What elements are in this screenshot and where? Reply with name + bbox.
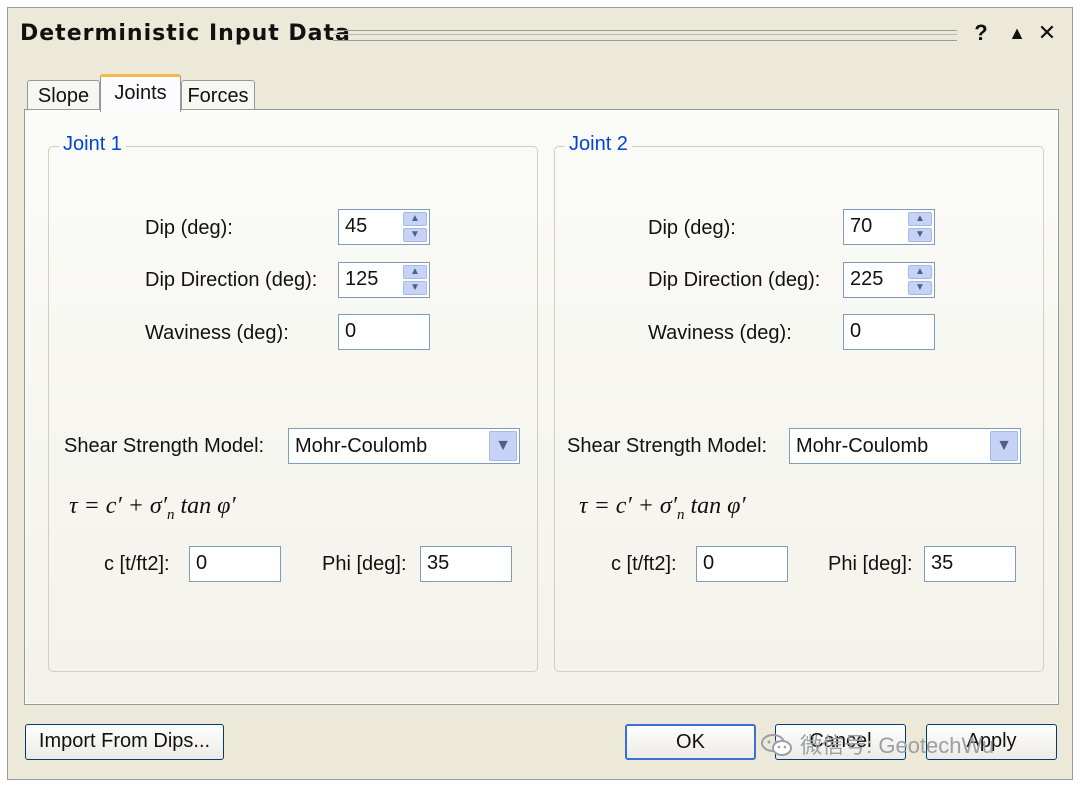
joint2-model-label: Shear Strength Model: [567, 435, 768, 457]
dialog-window: Deterministic Input Data ? ▲ ✕ Slope Joi… [7, 7, 1073, 780]
spin-down-icon[interactable]: ▼ [908, 281, 932, 295]
tab-forces[interactable]: Forces [181, 80, 255, 110]
joint2-model-value: Mohr-Coulomb [796, 435, 929, 457]
title-grip [333, 30, 957, 41]
joint1-dip-value: 45 [345, 215, 368, 237]
joint1-phi-label: Phi [deg]: [322, 553, 407, 575]
ok-button[interactable]: OK [625, 724, 756, 760]
joint1-c-input[interactable]: 0 [189, 546, 281, 582]
watermark: 微信号: GeotechWu [760, 728, 994, 760]
spin-up-icon[interactable]: ▲ [908, 265, 932, 279]
joints-panel: Joint 1 Dip (deg): 45 ▲ ▼ Dip Direction (… [24, 109, 1059, 705]
formula-lhs: τ = c′ + σ′ [69, 493, 167, 519]
joint2-dip-spinner[interactable]: ▲ ▼ [908, 212, 932, 242]
joint1-dip-label: Dip (deg): [145, 217, 233, 239]
tab-slope[interactable]: Slope [27, 80, 100, 110]
joint2-phi-input[interactable]: 35 [924, 546, 1016, 582]
joint1-model-label: Shear Strength Model: [64, 435, 265, 457]
joint2-title: Joint 2 [565, 133, 632, 156]
joint2-dipdir-label: Dip Direction (deg): [648, 269, 821, 291]
tab-joints[interactable]: Joints [100, 74, 181, 112]
joint1-title: Joint 1 [59, 133, 126, 156]
joint1-dipdir-label: Dip Direction (deg): [145, 269, 318, 291]
joint1-waviness-label: Waviness (deg): [145, 322, 289, 344]
spin-down-icon[interactable]: ▼ [403, 228, 427, 242]
joint2-dip-label: Dip (deg): [648, 217, 736, 239]
spin-up-icon[interactable]: ▲ [403, 212, 427, 226]
spin-up-icon[interactable]: ▲ [908, 212, 932, 226]
spin-down-icon[interactable]: ▼ [908, 228, 932, 242]
joint2-formula: τ = c′ + σ′n tan φ′ [579, 493, 746, 524]
joint1-waviness-input[interactable]: 0 [338, 314, 430, 350]
joint2-phi-label: Phi [deg]: [828, 553, 913, 575]
joint2-dipdir-spinner[interactable]: ▲ ▼ [908, 265, 932, 295]
joint2-dip-input[interactable]: 70 ▲ ▼ [843, 209, 935, 245]
chevron-down-icon[interactable]: ▼ [489, 431, 517, 461]
joint2-waviness-input[interactable]: 0 [843, 314, 935, 350]
spin-up-icon[interactable]: ▲ [403, 265, 427, 279]
joint1-dip-spinner[interactable]: ▲ ▼ [403, 212, 427, 242]
joint2-c-input[interactable]: 0 [696, 546, 788, 582]
joint1-dipdir-value: 125 [345, 268, 379, 290]
wechat-icon [761, 734, 792, 756]
help-icon[interactable]: ? [968, 20, 994, 46]
chevron-down-icon[interactable]: ▼ [990, 431, 1018, 461]
joint1-group: Joint 1 Dip (deg): 45 ▲ ▼ Dip Direction (… [48, 133, 538, 672]
joint2-dip-value: 70 [850, 215, 873, 237]
joint1-phi-input[interactable]: 35 [420, 546, 512, 582]
close-icon[interactable]: ✕ [1034, 20, 1060, 46]
joint2-dipdir-input[interactable]: 225 ▲ ▼ [843, 262, 935, 298]
formula-lhs: τ = c′ + σ′ [579, 493, 677, 519]
joint2-group: Joint 2 Dip (deg): 70 ▲ ▼ Dip Direction (… [554, 133, 1044, 672]
import-from-dips-button[interactable]: Import From Dips... [25, 724, 224, 760]
joint1-formula: τ = c′ + σ′n tan φ′ [69, 493, 236, 524]
joint1-dipdir-input[interactable]: 125 ▲ ▼ [338, 262, 430, 298]
window-title: Deterministic Input Data [20, 21, 351, 46]
joint2-waviness-label: Waviness (deg): [648, 322, 792, 344]
joint2-dipdir-value: 225 [850, 268, 884, 290]
joint1-dip-input[interactable]: 45 ▲ ▼ [338, 209, 430, 245]
joint1-dipdir-spinner[interactable]: ▲ ▼ [403, 265, 427, 295]
formula-rhs: tan φ′ [174, 493, 236, 519]
formula-rhs: tan φ′ [684, 493, 746, 519]
joint2-model-select[interactable]: Mohr-Coulomb ▼ [789, 428, 1021, 464]
spin-down-icon[interactable]: ▼ [403, 281, 427, 295]
joint1-c-label: c [t/ft2]: [104, 553, 170, 575]
joint2-c-label: c [t/ft2]: [611, 553, 677, 575]
collapse-icon[interactable]: ▲ [1004, 20, 1030, 46]
joint1-model-select[interactable]: Mohr-Coulomb ▼ [288, 428, 520, 464]
watermark-text: 微信号: GeotechWu [800, 733, 995, 758]
title-bar[interactable]: Deterministic Input Data ? ▲ ✕ [8, 8, 1072, 58]
joint1-model-value: Mohr-Coulomb [295, 435, 428, 457]
